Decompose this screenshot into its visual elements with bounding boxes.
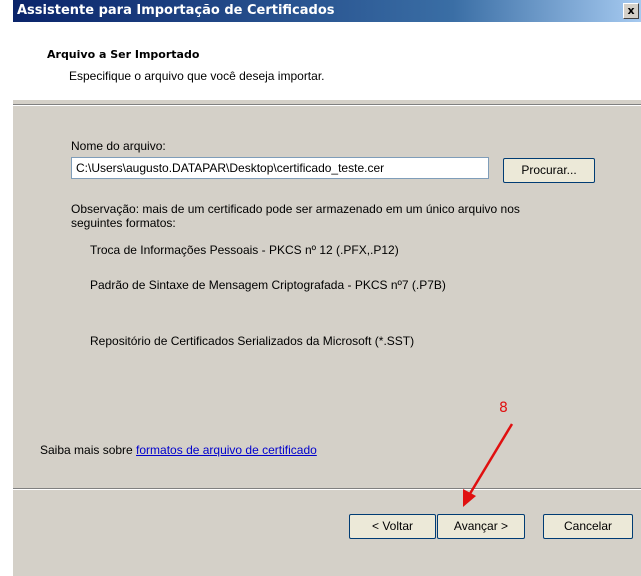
header-divider <box>13 104 641 106</box>
filename-label: Nome do arquivo: <box>71 139 166 153</box>
close-button[interactable]: x <box>623 3 639 19</box>
format-pfx: Troca de Informações Pessoais - PKCS nº … <box>90 243 399 257</box>
back-button[interactable]: < Voltar <box>349 514 436 539</box>
annotation-number: 8 <box>499 400 508 416</box>
title-bar: Assistente para Importação de Certificad… <box>13 0 641 22</box>
page-subtitle: Especifique o arquivo que você deseja im… <box>69 69 325 83</box>
page-title: Arquivo a Ser Importado <box>47 48 200 61</box>
window-title: Assistente para Importação de Certificad… <box>17 3 335 18</box>
next-button[interactable]: Avançar > <box>437 514 525 539</box>
format-p7b: Padrão de Sintaxe de Mensagem Criptograf… <box>90 278 446 292</box>
cancel-button[interactable]: Cancelar <box>543 514 633 539</box>
learn-more-prefix: Saiba mais sobre <box>40 443 137 457</box>
wizard-header: Arquivo a Ser Importado Especifique o ar… <box>13 22 641 100</box>
formats-help-link[interactable]: formatos de arquivo de certificado <box>136 443 317 457</box>
wizard-window: Arquivo a Ser Importado Especifique o ar… <box>13 22 641 576</box>
note-line-2: seguintes formatos: <box>71 216 176 230</box>
note-line-1: Observação: mais de um certificado pode … <box>71 202 520 216</box>
filename-input[interactable] <box>71 157 489 179</box>
browse-button[interactable]: Procurar... <box>503 158 595 183</box>
footer-divider <box>13 488 641 490</box>
learn-more-text: Saiba mais sobre formatos de arquivo de … <box>40 443 317 457</box>
format-sst: Repositório de Certificados Serializados… <box>90 334 415 348</box>
background-edge <box>0 0 13 576</box>
